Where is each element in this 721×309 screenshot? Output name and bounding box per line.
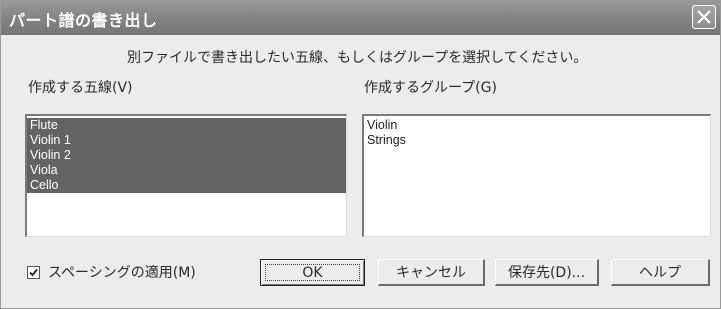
help-button[interactable]: ヘルプ [611,259,710,286]
cancel-button[interactable]: キャンセル [378,259,485,286]
save-location-button[interactable]: 保存先(D)... [495,259,599,286]
instruction-text: 別ファイルで書き出したい五線、もしくはグループを選択してください。 [127,50,588,66]
staff-item-cello[interactable]: Cello [27,178,346,193]
groups-listbox[interactable]: Violin Strings [362,114,711,237]
focus-ring [265,264,360,281]
save-location-button-label: 保存先(D)... [507,265,586,281]
dialog-window: パート譜の書き出し 別ファイルで書き出したい五線、もしくはグループを選択してくだ… [0,0,721,309]
close-button[interactable] [692,5,716,29]
staff-item-violin-1[interactable]: Violin 1 [27,133,346,148]
staves-listbox[interactable]: Flute Violin 1 Violin 2 Viola Cello [25,114,347,237]
staff-item-flute[interactable]: Flute [27,118,346,133]
groups-list-label: 作成するグループ(G) [364,80,497,96]
dialog-title: パート譜の書き出し [9,11,158,30]
group-item-strings[interactable]: Strings [364,133,710,148]
group-item-violin[interactable]: Violin [364,118,710,133]
title-bar[interactable]: パート譜の書き出し [1,0,720,35]
staves-list-label: 作成する五線(V) [28,80,133,96]
staff-item-viola[interactable]: Viola [27,163,346,178]
cancel-button-label: キャンセル [396,265,466,281]
help-button-label: ヘルプ [639,265,681,281]
spacing-checkbox[interactable] [27,265,40,279]
spacing-checkbox-label: スペーシングの適用(M) [48,265,196,281]
staff-item-violin-2[interactable]: Violin 2 [27,148,346,163]
checkmark-icon [29,268,38,276]
spacing-option[interactable]: スペーシングの適用(M) [27,263,196,281]
close-icon [697,10,711,24]
ok-button[interactable]: OK [260,259,365,286]
